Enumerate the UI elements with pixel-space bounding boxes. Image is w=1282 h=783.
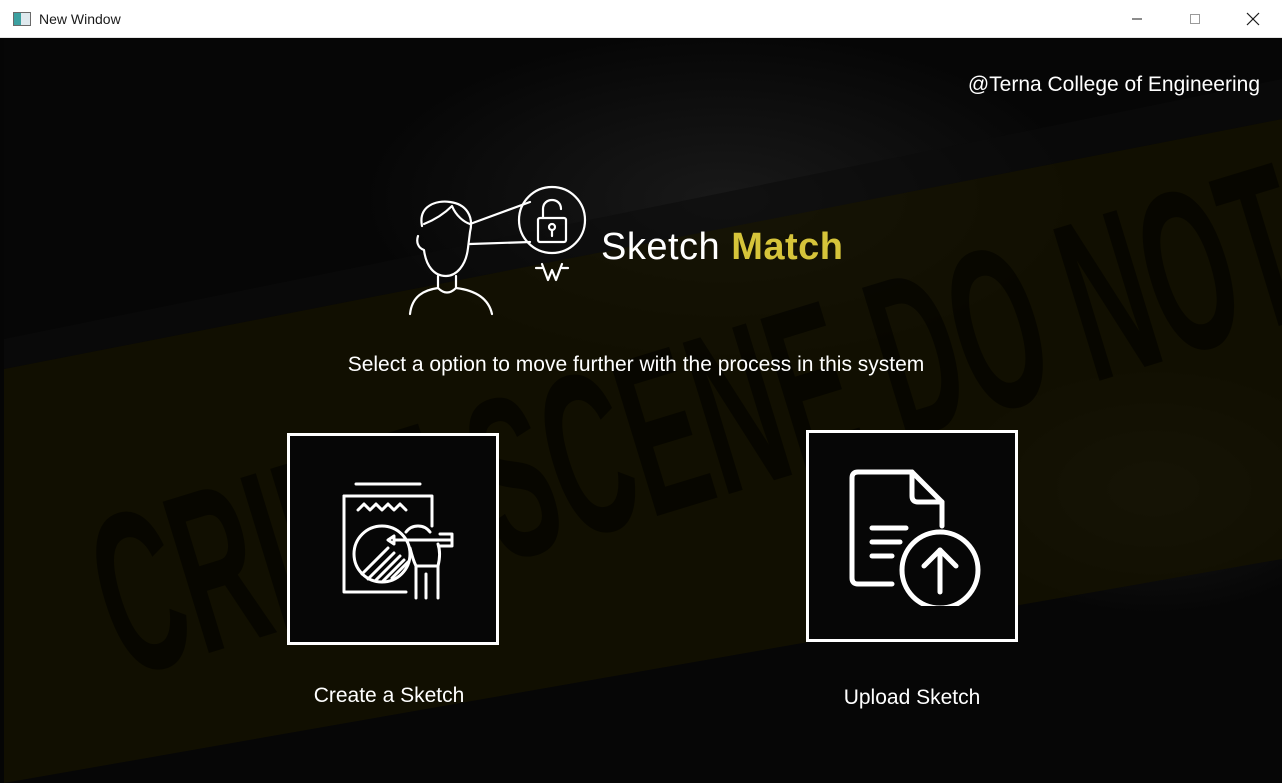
app-logo: Sketch Match [404, 184, 874, 319]
window-controls [1108, 0, 1282, 38]
institution-credit: @Terna College of Engineering [967, 73, 1260, 96]
face-lock-icon [408, 185, 587, 316]
crime-scene-tape-background: CRIME SCENE DO NOT [4, 79, 1282, 783]
upload-sketch-label: Upload Sketch [843, 686, 981, 709]
window-title: New Window [39, 10, 121, 27]
brand-name-part2: Match [731, 226, 844, 268]
minimize-button[interactable] [1108, 0, 1166, 38]
create-sketch-label: Create a Sketch [313, 684, 465, 707]
maximize-button[interactable] [1166, 0, 1224, 38]
brand-name: Sketch Match [601, 226, 844, 269]
create-sketch-button[interactable] [287, 433, 499, 645]
maximize-icon [1190, 14, 1200, 24]
close-icon [1246, 12, 1260, 26]
instruction-text: Select a option to move further with the… [347, 353, 925, 376]
brand-name-part1: Sketch [601, 226, 721, 268]
upload-document-icon [849, 469, 981, 606]
app-icon [13, 11, 31, 26]
upload-sketch-button[interactable] [806, 430, 1018, 642]
sketch-drawing-icon [342, 482, 454, 600]
title-bar[interactable]: New Window [0, 0, 1282, 38]
close-button[interactable] [1224, 0, 1282, 38]
app-window: New Window SCENE @Terna College of Engin… [0, 0, 1282, 783]
main-content: CRIME SCENE DO NOT @Terna College of Eng… [4, 39, 1282, 783]
minimize-icon [1132, 18, 1142, 20]
